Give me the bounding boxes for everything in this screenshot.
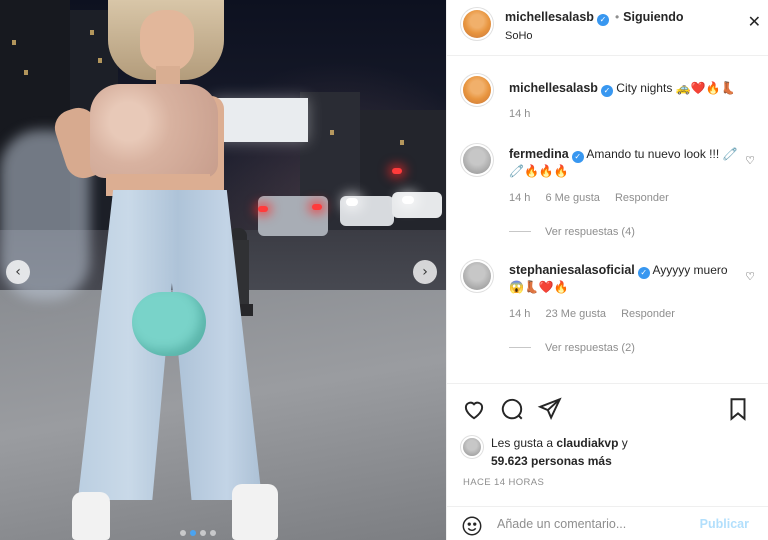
comment-likes[interactable]: 23 Me gusta: [545, 308, 606, 320]
verified-badge-icon: ✓: [600, 85, 613, 97]
window-light: [12, 40, 16, 45]
window-light: [330, 130, 334, 135]
traffic-light: [392, 168, 402, 174]
reply-button[interactable]: Responder: [621, 308, 675, 320]
view-replies-button[interactable]: Ver respuestas (2): [509, 342, 635, 354]
caption-body: City nights 🚕❤️🔥👢: [616, 81, 736, 95]
heart-icon[interactable]: [461, 396, 487, 422]
replies-line: [509, 347, 531, 348]
verified-badge-icon: ✓: [637, 267, 650, 279]
publish-button[interactable]: Publicar: [700, 517, 749, 531]
location-link[interactable]: SoHo: [505, 30, 533, 42]
comment-item: stephaniesalasoficial ✓ Ayyyyy muero😱👢❤️🔥…: [463, 260, 759, 356]
separator-dot: •: [614, 10, 620, 24]
tail-light: [312, 204, 322, 210]
comment-icon[interactable]: [499, 396, 525, 422]
verified-badge-icon: ✓: [596, 14, 609, 26]
car: [392, 192, 442, 218]
carousel-dot: [180, 530, 186, 536]
likes-first-user[interactable]: claudiakvp: [556, 436, 618, 450]
headlight: [402, 196, 414, 204]
add-comment-bar: Publicar: [447, 506, 768, 540]
turquoise-bag: [132, 292, 206, 356]
window-light: [400, 140, 404, 145]
post-panel: michellesalasb ✓ • Siguiendo SoHo ✕ michell…: [446, 0, 768, 540]
comment-meta: 14 h 6 Me gusta Responder: [509, 192, 681, 204]
view-replies-button[interactable]: Ver respuestas (4): [509, 226, 635, 238]
comment-likes[interactable]: 6 Me gusta: [545, 192, 599, 204]
comment-time: 14 h: [509, 308, 531, 320]
carousel-dot: [210, 530, 216, 536]
chevron-right-icon[interactable]: ›: [413, 260, 437, 284]
carousel-dot: [200, 530, 206, 536]
following-button[interactable]: Siguiendo: [623, 10, 683, 24]
post-time-ago[interactable]: HACE 14 HORAS: [463, 477, 544, 488]
paper-plane-icon[interactable]: [537, 396, 563, 422]
close-icon[interactable]: ✕: [748, 12, 761, 31]
avatar[interactable]: [463, 10, 491, 38]
caption-username[interactable]: michellesalasb: [509, 81, 598, 95]
heart-icon[interactable]: ♡: [745, 154, 755, 167]
likes-line-1: Les gusta a claudiakvp y: [491, 436, 628, 450]
likes-count[interactable]: 59.623 personas más: [491, 454, 612, 468]
face: [140, 10, 194, 72]
headlight: [346, 198, 358, 206]
comments-list: michellesalasb ✓ City nights 🚕❤️🔥👢 14 h f…: [447, 56, 768, 384]
carousel-dots: [180, 530, 216, 536]
header-user-line: michellesalasb ✓ • Siguiendo: [505, 10, 684, 26]
comment-username[interactable]: stephaniesalasoficial: [509, 263, 635, 277]
comment-input[interactable]: [497, 515, 687, 533]
boot-left: [72, 492, 110, 540]
avatar[interactable]: [463, 146, 491, 174]
replies-line: [509, 231, 531, 232]
caption-time: 14 h: [509, 108, 531, 120]
caption: michellesalasb ✓ City nights 🚕❤️🔥👢 14 h: [463, 72, 759, 132]
view-replies-label[interactable]: Ver respuestas (2): [545, 342, 635, 354]
comment-username[interactable]: fermedina: [509, 147, 569, 161]
window-light: [24, 70, 28, 75]
bookmark-icon[interactable]: [725, 396, 751, 422]
avatar[interactable]: [463, 76, 491, 104]
comment-time: 14 h: [509, 192, 531, 204]
header-username[interactable]: michellesalasb: [505, 10, 594, 24]
boot-right: [232, 484, 278, 540]
comment-meta: 14 h 23 Me gusta Responder: [509, 308, 687, 320]
avatar[interactable]: [463, 262, 491, 290]
action-bar: [447, 384, 768, 434]
person-figure: [0, 0, 290, 540]
view-replies-label[interactable]: Ver respuestas (4): [545, 226, 635, 238]
verified-badge-icon: ✓: [571, 151, 584, 163]
heart-icon[interactable]: ♡: [745, 270, 755, 283]
chevron-left-icon[interactable]: ‹: [6, 260, 30, 284]
post-photo: ‹ ›: [0, 0, 446, 540]
feather-top: [90, 84, 218, 178]
comment-text: fermedina ✓ Amando tu nuevo look !!! 🧷🧷🔥🔥…: [509, 146, 739, 179]
likes-connector: y: [621, 436, 628, 450]
avatar[interactable]: [463, 438, 481, 456]
caption-meta: 14 h: [509, 108, 542, 120]
smiley-icon[interactable]: [461, 515, 483, 537]
comment-item: fermedina ✓ Amando tu nuevo look !!! 🧷🧷🔥🔥…: [463, 144, 759, 240]
caption-text: michellesalasb ✓ City nights 🚕❤️🔥👢: [509, 80, 739, 97]
carousel-dot-active: [190, 530, 196, 536]
comment-text: stephaniesalasoficial ✓ Ayyyyy muero😱👢❤️🔥: [509, 262, 739, 295]
post-header: michellesalasb ✓ • Siguiendo SoHo ✕: [447, 0, 768, 56]
reply-button[interactable]: Responder: [615, 192, 669, 204]
likes-prefix: Les gusta a: [491, 436, 554, 450]
